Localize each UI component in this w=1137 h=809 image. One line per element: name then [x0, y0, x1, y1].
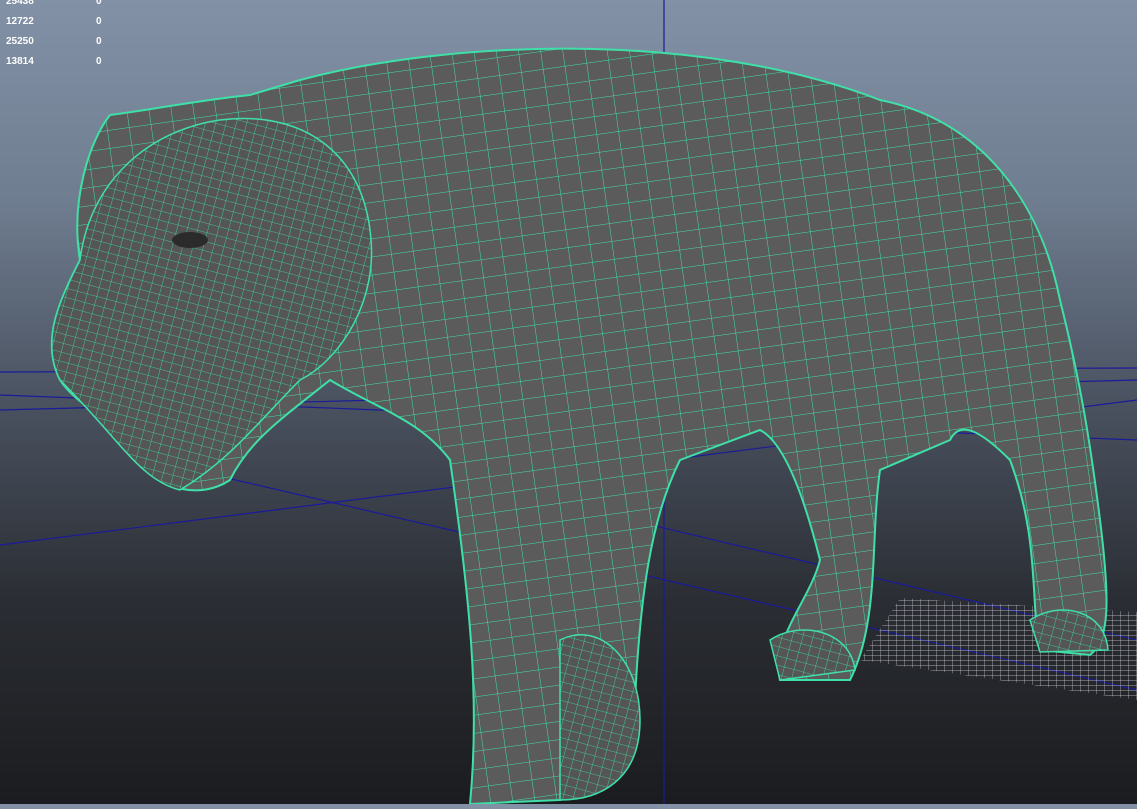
- viewport-scene: [0, 0, 1137, 806]
- poly-count-hud: 25438 0 12722 0 25250 0 13814 0: [6, 0, 102, 72]
- panther-mesh[interactable]: [50, 47, 1109, 806]
- hud-value: 25250: [6, 36, 34, 47]
- hud-selected: 0: [96, 36, 102, 47]
- hud-value: 13814: [6, 56, 34, 67]
- hud-row: 25250 0: [6, 32, 102, 52]
- hud-selected: 0: [96, 16, 102, 27]
- hud-selected: 0: [96, 56, 102, 67]
- hud-value: 25438: [6, 0, 34, 7]
- hud-value: 12722: [6, 16, 34, 27]
- hud-selected: 0: [96, 0, 102, 7]
- hud-row: 25438 0: [6, 0, 102, 12]
- 3d-viewport[interactable]: 25438 0 12722 0 25250 0 13814 0: [0, 0, 1137, 806]
- hud-row: 12722 0: [6, 12, 102, 32]
- panther-eye: [172, 232, 208, 248]
- hud-row: 13814 0: [6, 52, 102, 72]
